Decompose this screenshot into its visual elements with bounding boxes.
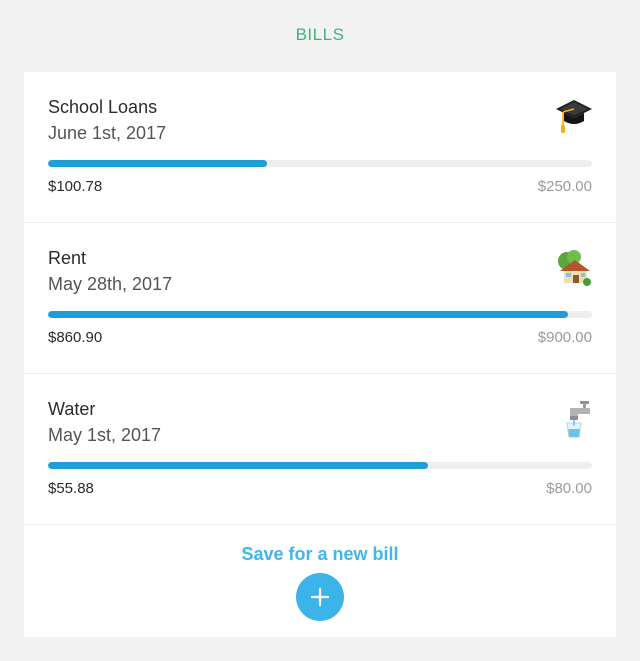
goal-amount: $900.00 (537, 329, 592, 346)
progress-bar (48, 160, 592, 167)
progress-fill (48, 160, 268, 167)
house-icon (554, 247, 594, 287)
progress-bar (48, 462, 592, 469)
saved-amount: $55.88 (48, 480, 94, 497)
progress-fill (48, 311, 569, 318)
bill-name: School Loans (48, 97, 158, 117)
add-bill-button[interactable] (296, 573, 344, 621)
bill-item-school-loans[interactable]: School Loans June 1st, 2017 $100.78 $250… (24, 72, 616, 223)
bill-item-water[interactable]: Water May 1st, 2017 $55.88 $80.00 (24, 374, 616, 525)
faucet-icon (554, 398, 594, 438)
progress-bar (48, 311, 592, 318)
bill-item-rent[interactable]: Rent May 28th, 2017 $860.90 $900.00 (24, 223, 616, 374)
bill-date: May 1st, 2017 (48, 425, 162, 445)
bill-date: June 1st, 2017 (48, 123, 167, 143)
bill-name: Water (48, 399, 96, 419)
graduation-cap-icon (554, 96, 594, 136)
bills-card: School Loans June 1st, 2017 $100.78 $250… (24, 72, 616, 637)
bill-date: May 28th, 2017 (48, 274, 173, 294)
bill-name: Rent (48, 248, 87, 268)
plus-icon (310, 587, 330, 607)
page-title: BILLS (295, 25, 345, 44)
progress-fill (48, 462, 428, 469)
saved-amount: $860.90 (48, 329, 103, 346)
goal-amount: $250.00 (537, 178, 592, 195)
new-bill-section: Save for a new bill (24, 522, 616, 637)
saved-amount: $100.78 (48, 178, 103, 195)
goal-amount: $80.00 (546, 480, 592, 497)
new-bill-link[interactable]: Save for a new bill (24, 544, 616, 565)
